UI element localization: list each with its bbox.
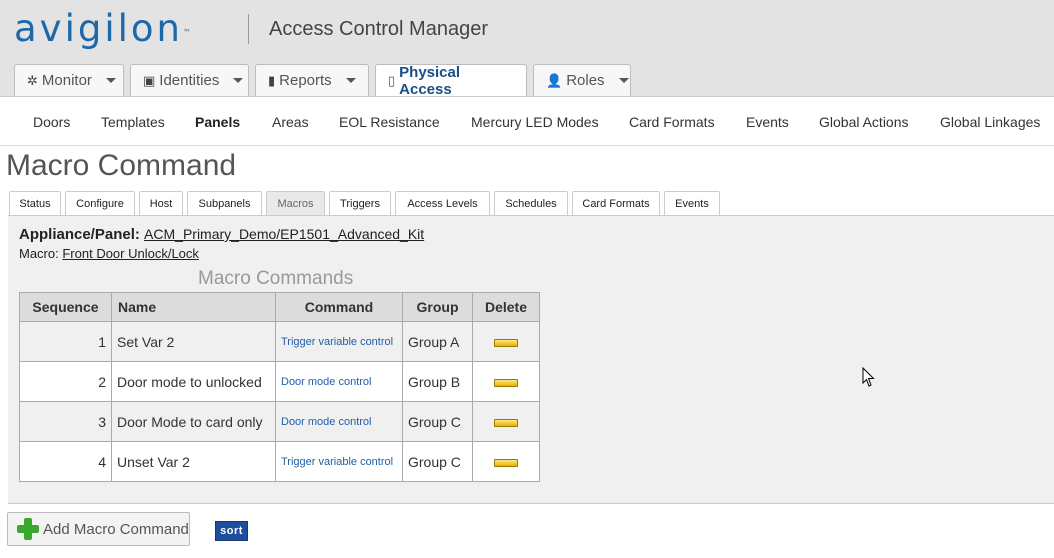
subnav-events[interactable]: Events [746, 114, 789, 130]
delete-icon[interactable] [494, 418, 518, 427]
col-delete: Delete [472, 292, 540, 322]
subnav-card-formats[interactable]: Card Formats [629, 114, 715, 130]
subnav-panels[interactable]: Panels [195, 114, 240, 130]
row-delete [472, 441, 540, 482]
macro-commands-table: Sequence Name Command Group Delete 1 Set… [19, 292, 540, 482]
row-name: Door mode to unlocked [111, 361, 276, 402]
door-icon: ▯ [388, 73, 396, 88]
tab-status[interactable]: Status [9, 191, 61, 215]
subnav-eol-resistance[interactable]: EOL Resistance [339, 114, 440, 130]
main-tabs: ✲ Monitor ▣ Identities ▮ Reports ▯ Physi… [14, 64, 631, 98]
tab-macros[interactable]: Macros [266, 191, 325, 215]
table-row: 4 Unset Var 2 Trigger variable control G… [19, 441, 540, 482]
command-link[interactable]: Trigger variable control [281, 456, 393, 468]
tab-physical-access[interactable]: ▯ Physical Access [375, 64, 527, 98]
app-title: Access Control Manager [269, 18, 488, 40]
alarm-icon: ✲ [27, 72, 38, 88]
row-command: Door mode control [275, 401, 403, 442]
row-delete [472, 361, 540, 402]
app-header: avigilon™ Access Control Manager ✲ Monit… [0, 0, 1054, 98]
row-command: Trigger variable control [275, 441, 403, 482]
subnav-global-actions[interactable]: Global Actions [819, 114, 909, 130]
delete-icon[interactable] [494, 338, 518, 347]
users-icon: 👤 [546, 72, 563, 88]
panel-tabs: Status Configure Host Subpanels Macros T… [9, 191, 720, 215]
chevron-down-icon [233, 78, 244, 83]
command-link[interactable]: Trigger variable control [281, 336, 393, 348]
appliance-panel-row: Appliance/Panel: ACM_Primary_Demo/EP1501… [19, 226, 425, 243]
row-sequence: 3 [19, 401, 112, 442]
subnav-mercury-led-modes[interactable]: Mercury LED Modes [471, 114, 599, 130]
table-row: 1 Set Var 2 Trigger variable control Gro… [19, 321, 540, 362]
col-group[interactable]: Group [402, 292, 473, 322]
plus-icon [16, 517, 40, 541]
row-command: Door mode control [275, 361, 403, 402]
col-command[interactable]: Command [275, 292, 403, 322]
row-delete [472, 401, 540, 442]
subnav-global-linkages[interactable]: Global Linkages [940, 114, 1040, 130]
row-sequence: 1 [19, 321, 112, 362]
col-sequence[interactable]: Sequence [19, 292, 112, 322]
row-sequence: 4 [19, 441, 112, 482]
col-name[interactable]: Name [111, 292, 276, 322]
subnav-templates[interactable]: Templates [101, 114, 165, 130]
chevron-down-icon [345, 78, 356, 83]
command-link[interactable]: Door mode control [281, 376, 372, 388]
avigilon-logo[interactable]: avigilon™ [14, 10, 191, 48]
row-group: Group C [402, 401, 473, 442]
table-header-row: Sequence Name Command Group Delete [19, 292, 540, 322]
delete-icon[interactable] [494, 378, 518, 387]
delete-icon[interactable] [494, 458, 518, 467]
appliance-panel-link[interactable]: ACM_Primary_Demo/EP1501_Advanced_Kit [144, 226, 424, 242]
row-group: Group A [402, 321, 473, 362]
tab-reports[interactable]: ▮ Reports [255, 64, 369, 96]
table-row: 2 Door mode to unlocked Door mode contro… [19, 361, 540, 402]
table-title: Macro Commands [198, 268, 354, 289]
row-delete [472, 321, 540, 362]
tab-card-formats[interactable]: Card Formats [572, 191, 660, 215]
mouse-cursor-icon [862, 367, 875, 387]
tab-roles[interactable]: 👤 Roles [533, 64, 631, 96]
chevron-down-icon [105, 78, 116, 83]
tab-schedules[interactable]: Schedules [494, 191, 568, 215]
sort-button[interactable]: sort [215, 521, 248, 541]
row-name: Door Mode to card only [111, 401, 276, 442]
add-macro-command-button[interactable]: Add Macro Command [7, 512, 190, 546]
page-title: Macro Command [6, 149, 237, 182]
row-group: Group C [402, 441, 473, 482]
subnav-doors[interactable]: Doors [33, 114, 70, 130]
row-group: Group B [402, 361, 473, 402]
macro-row: Macro: Front Door Unlock/Lock [19, 246, 199, 261]
sub-nav: Doors Templates Panels Areas EOL Resista… [0, 96, 1054, 146]
tab-access-levels[interactable]: Access Levels [395, 191, 490, 215]
id-card-icon: ▣ [143, 72, 156, 88]
row-command: Trigger variable control [275, 321, 403, 362]
row-sequence: 2 [19, 361, 112, 402]
chevron-down-icon [618, 78, 629, 83]
command-link[interactable]: Door mode control [281, 416, 372, 428]
bar-chart-icon: ▮ [268, 72, 276, 88]
table-row: 3 Door Mode to card only Door mode contr… [19, 401, 540, 442]
tab-identities[interactable]: ▣ Identities [130, 64, 249, 96]
tab-host[interactable]: Host [139, 191, 183, 215]
tab-subpanels[interactable]: Subpanels [187, 191, 262, 215]
tab-monitor[interactable]: ✲ Monitor [14, 64, 124, 96]
header-divider [248, 14, 249, 44]
tab-configure[interactable]: Configure [65, 191, 135, 215]
tab-events[interactable]: Events [664, 191, 720, 215]
tab-triggers[interactable]: Triggers [329, 191, 391, 215]
macro-link[interactable]: Front Door Unlock/Lock [62, 246, 199, 261]
subnav-areas[interactable]: Areas [272, 114, 309, 130]
row-name: Unset Var 2 [111, 441, 276, 482]
row-name: Set Var 2 [111, 321, 276, 362]
